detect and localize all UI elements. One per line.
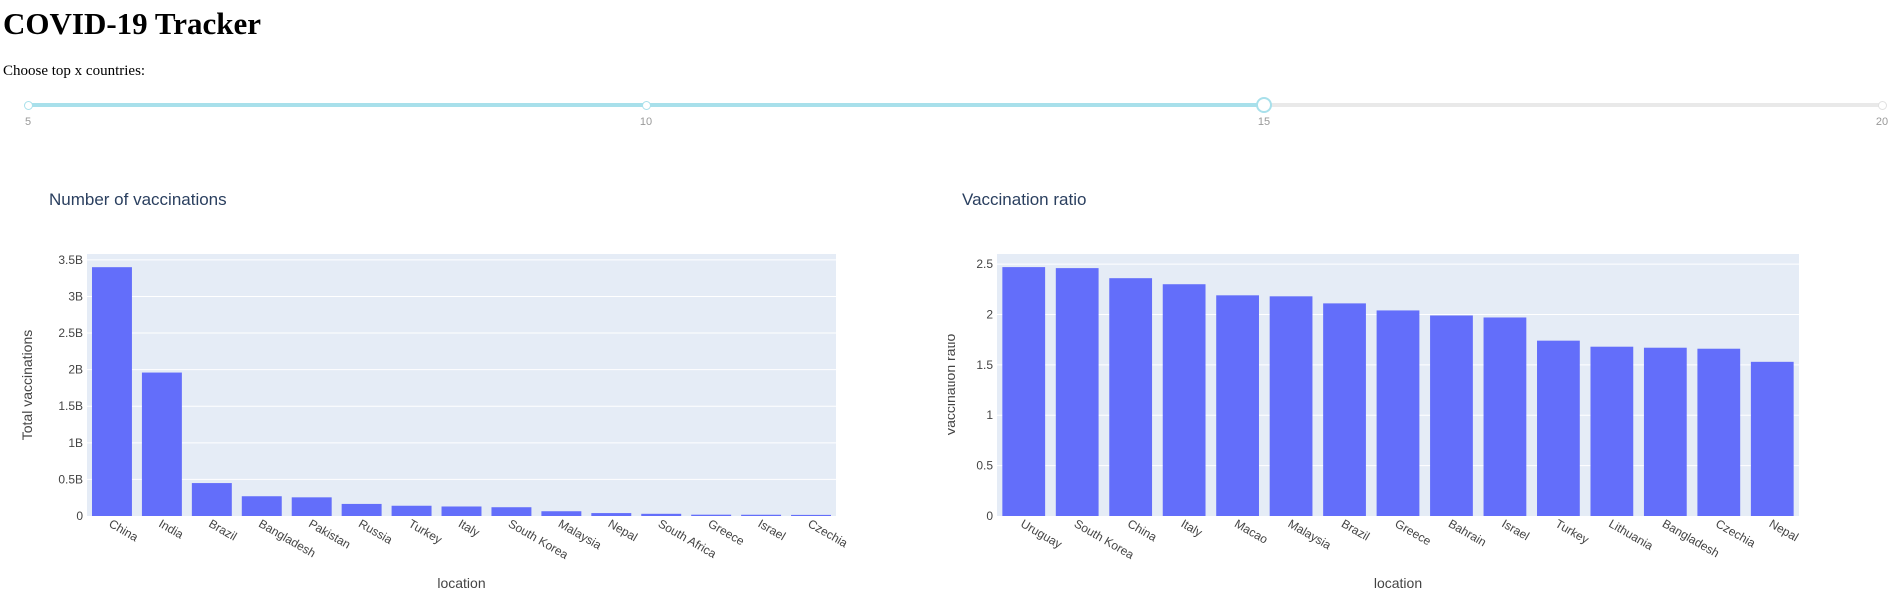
- x-tick-label: India: [156, 516, 186, 541]
- x-tick-label: Czechia: [806, 516, 851, 550]
- y-axis-label: Vaccination ratio: [948, 334, 958, 437]
- x-tick-label: Nepal: [606, 516, 640, 544]
- bar-south-korea[interactable]: [1055, 268, 1099, 516]
- bar-brazil[interactable]: [191, 483, 232, 516]
- y-tick-label: 0: [986, 509, 993, 523]
- x-tick-label: South Korea: [1072, 516, 1137, 562]
- bar-china[interactable]: [91, 267, 132, 516]
- bar-south-korea[interactable]: [491, 507, 532, 516]
- y-tick-label: 1.5B: [58, 399, 83, 413]
- x-tick-label: China: [1125, 516, 1159, 544]
- y-tick-label: 0.5: [976, 459, 993, 473]
- bar-pakistan[interactable]: [291, 497, 332, 516]
- bar-greece[interactable]: [1376, 310, 1420, 516]
- bar-turkey[interactable]: [1537, 340, 1580, 516]
- x-axis-label: location: [1374, 575, 1422, 591]
- page-title: COVID-19 Tracker: [3, 6, 262, 41]
- bar-nepal[interactable]: [1750, 361, 1794, 516]
- x-tick-label: Lithuania: [1606, 516, 1655, 553]
- bar-greece[interactable]: [691, 514, 732, 516]
- bar-uruguay[interactable]: [1002, 267, 1046, 516]
- bar-italy[interactable]: [1162, 284, 1206, 516]
- vaccinations-chart: Number of vaccinations 0 0.5B 1B 1.5B 2B 2.5B 3…: [19, 190, 851, 591]
- slider-mark-label[interactable]: 5: [25, 116, 31, 128]
- y-tick-label: 1.5: [976, 358, 993, 372]
- x-tick-label: Israel: [756, 516, 788, 543]
- slider-mark-label[interactable]: 20: [1876, 116, 1888, 128]
- x-tick-label: Czechia: [1713, 516, 1758, 550]
- plot-area: [87, 254, 836, 516]
- bar-bangladesh[interactable]: [241, 496, 282, 516]
- slider-dot[interactable]: [1878, 101, 1887, 110]
- bar-czechia[interactable]: [1697, 348, 1741, 516]
- y-tick-label: 2: [986, 307, 993, 321]
- bar-malaysia[interactable]: [541, 511, 582, 516]
- y-tick-label: 3.5B: [58, 253, 83, 267]
- x-tick-label: Uruguay: [1018, 516, 1064, 551]
- x-tick-label: Italy: [456, 516, 482, 539]
- x-tick-label: Brazil: [1339, 516, 1372, 543]
- x-tick-label: Malaysia: [1286, 516, 1334, 552]
- bar-nepal[interactable]: [591, 513, 632, 516]
- slider-handle[interactable]: [1256, 97, 1272, 113]
- x-tick-label: Macao: [1232, 516, 1270, 546]
- y-tick-label: 1: [986, 408, 993, 422]
- y-tick-label: 1B: [68, 436, 83, 450]
- y-axis-label: Total vaccinations: [19, 330, 35, 441]
- y-tick-label: 0.5B: [58, 472, 83, 486]
- y-tick-label: 3B: [68, 289, 83, 303]
- x-tick-label: Bangladesh: [1660, 516, 1722, 560]
- bar-macao[interactable]: [1216, 295, 1259, 516]
- bar-russia[interactable]: [341, 503, 382, 516]
- bar-brazil[interactable]: [1323, 303, 1366, 516]
- bar-israel[interactable]: [741, 514, 782, 516]
- y-tick-label: 2B: [68, 363, 83, 377]
- slider-dot[interactable]: [642, 101, 651, 110]
- x-tick-label: Turkey: [1553, 516, 1591, 546]
- bar-turkey[interactable]: [391, 505, 432, 516]
- bar-israel[interactable]: [1483, 317, 1527, 516]
- x-axis-label: location: [437, 575, 485, 591]
- chart-title: Vaccination ratio: [962, 190, 1086, 209]
- x-tick-label: Italy: [1179, 516, 1205, 539]
- bar-china[interactable]: [1109, 278, 1153, 516]
- slider-mark-label[interactable]: 10: [640, 116, 652, 128]
- y-tick-label: 2.5: [976, 257, 993, 271]
- x-tick-label: Nepal: [1767, 516, 1801, 544]
- bar-czechia[interactable]: [791, 514, 832, 516]
- bar-bangladesh[interactable]: [1643, 347, 1687, 516]
- x-tick-label: Greece: [1393, 516, 1434, 548]
- slider-mark-label[interactable]: 15: [1258, 116, 1270, 128]
- bar-malaysia[interactable]: [1269, 296, 1313, 516]
- slider-dot[interactable]: [24, 101, 33, 110]
- bar-bahrain[interactable]: [1430, 315, 1473, 516]
- x-tick-label: Israel: [1499, 516, 1531, 543]
- bar-italy[interactable]: [441, 506, 482, 516]
- x-tick-label: Russia: [356, 516, 395, 547]
- y-tick-label: 0: [76, 509, 83, 523]
- bar-lithuania[interactable]: [1590, 346, 1634, 516]
- x-tick-label: Turkey: [406, 516, 444, 546]
- x-tick-label: Greece: [706, 516, 747, 548]
- x-tick-label: Brazil: [206, 516, 239, 543]
- slider-label: Choose top x countries:: [3, 63, 146, 79]
- bar-india[interactable]: [141, 372, 182, 516]
- x-tick-label: China: [106, 516, 140, 544]
- x-tick-label: Bahrain: [1446, 516, 1489, 549]
- bar-south-africa[interactable]: [641, 513, 682, 516]
- y-tick-label: 2.5B: [58, 326, 83, 340]
- vaccination-ratio-chart: Vaccination ratio 0 0.5 1 1.5 2 2.5 Uruguay Sout…: [948, 190, 1801, 591]
- top-countries-slider[interactable]: 5 10 15 20: [0, 90, 1896, 130]
- chart-title: Number of vaccinations: [49, 190, 227, 209]
